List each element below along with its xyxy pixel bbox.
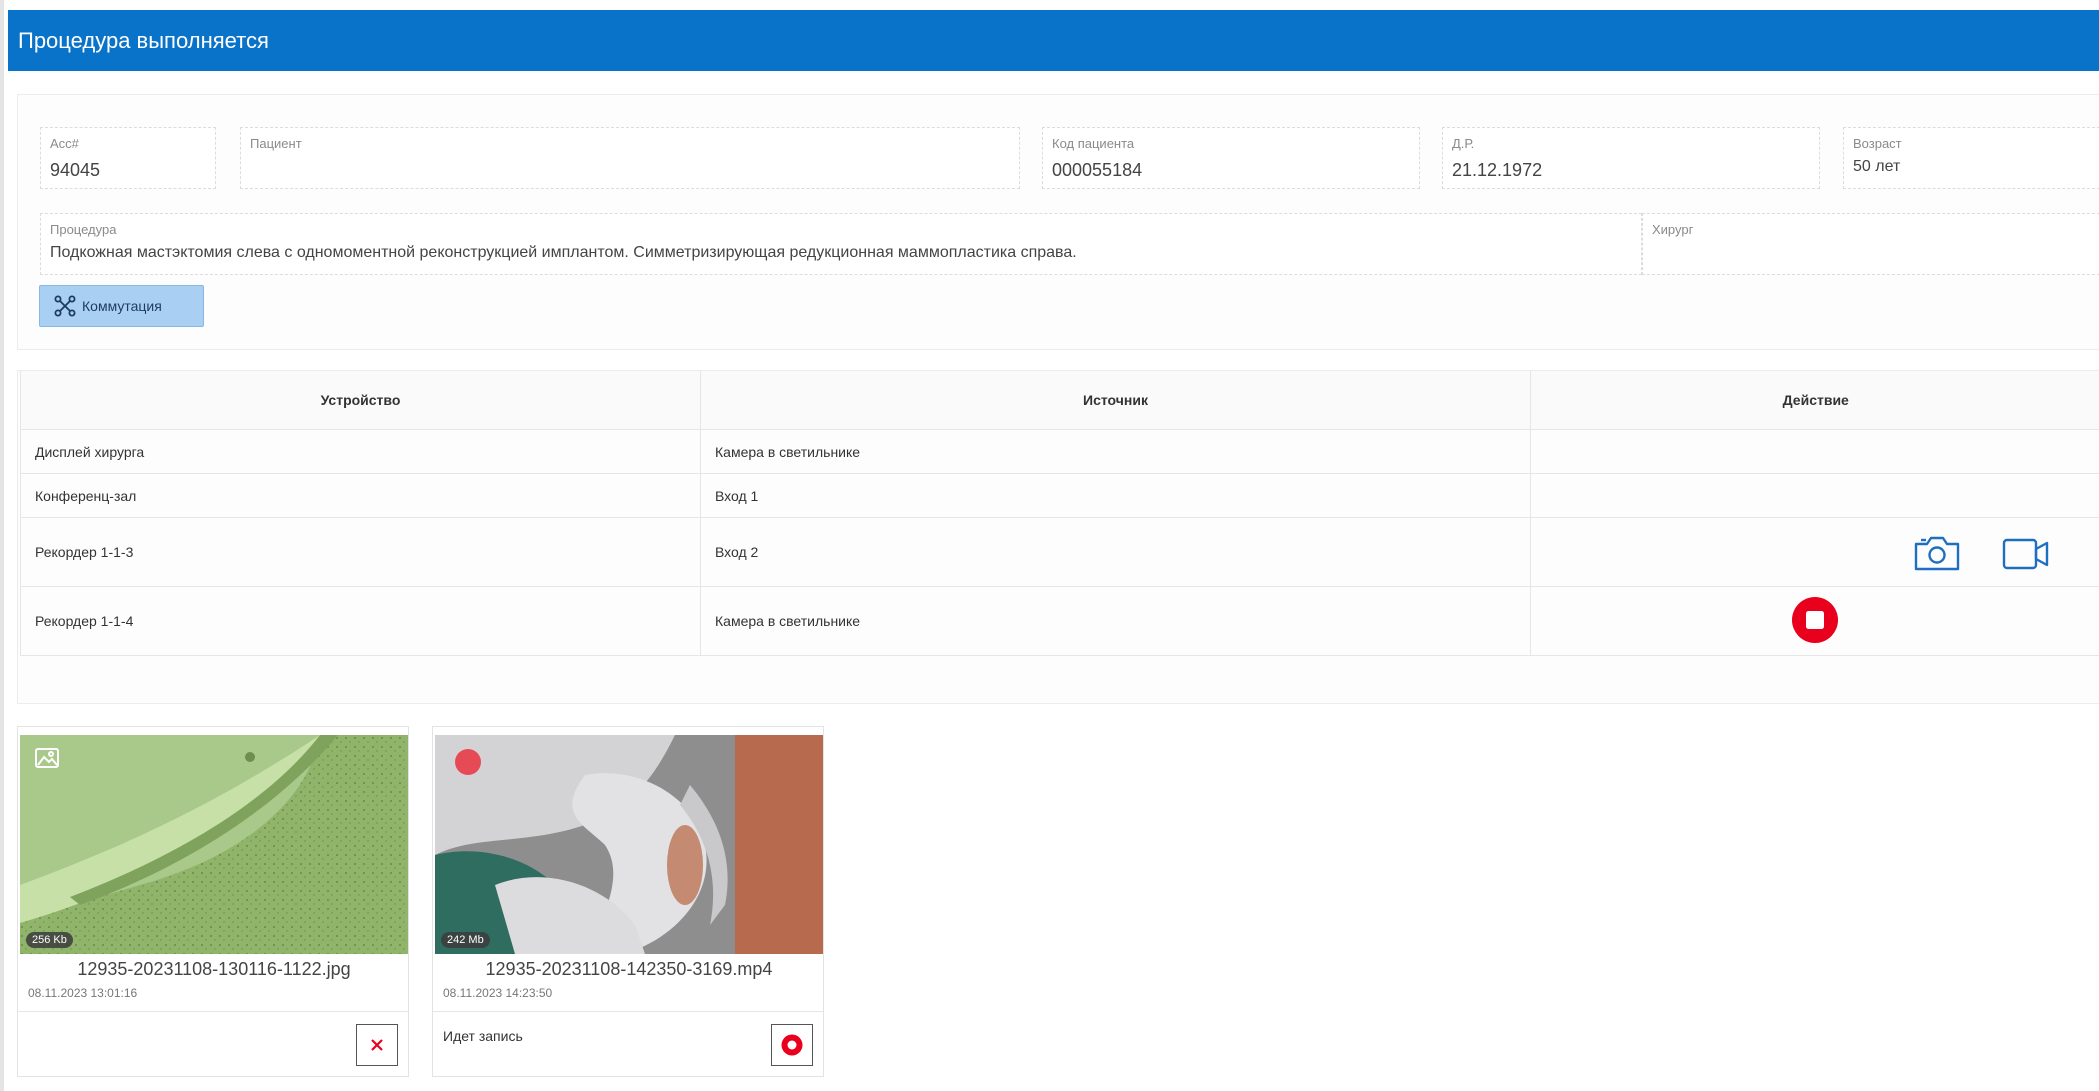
snapshot-button[interactable] <box>1913 534 1961 575</box>
acc-value: 94045 <box>50 160 101 180</box>
file-date: 08.11.2023 13:01:16 <box>28 986 138 1000</box>
stop-record-icon <box>1792 596 1839 643</box>
age-value: 50 лет <box>1853 158 1901 175</box>
record-video-button[interactable] <box>2001 534 2051 575</box>
table-row: Дисплей хирурга Камера в светильнике <box>20 429 2099 474</box>
card-footer: Идет запись <box>433 1011 823 1077</box>
patient-code-label: Код пациента <box>1052 136 1135 151</box>
surgeon-label: Хирург <box>1652 222 1694 237</box>
action-cell <box>1530 586 2099 656</box>
table-row: Рекордер 1-1-4 Камера в светильнике <box>20 586 2099 656</box>
source-cell: Вход 1 <box>700 473 1531 518</box>
dob-label: Д.Р. <box>1452 136 1475 151</box>
procedure-value: Подкожная мастэктомия слева с одномомент… <box>50 244 1077 261</box>
action-cell <box>1530 517 2099 587</box>
image-thumbnail[interactable]: 256 Kb <box>20 735 408 954</box>
stop-record-icon <box>781 1034 803 1056</box>
dob-field: Д.Р. 21.12.1972 <box>1442 127 1820 189</box>
page-title: Процедура выполняется <box>18 27 269 53</box>
file-name[interactable]: 12935-20231108-142350-3169.mp4 <box>433 959 825 980</box>
file-card: 256 Kb 12935-20231108-130116-1122.jpg 08… <box>17 726 409 1077</box>
dob-value: 21.12.1972 <box>1452 160 1543 180</box>
device-cell: Конференц-зал <box>20 473 701 518</box>
card-footer <box>18 1011 408 1077</box>
commutation-button[interactable]: Коммутация <box>39 285 204 327</box>
source-cell: Камера в светильнике <box>700 586 1531 656</box>
left-edge <box>0 0 4 1091</box>
source-cell: Вход 2 <box>700 517 1531 587</box>
acc-label: Acc# <box>50 136 79 151</box>
stop-recording-button[interactable] <box>1791 596 1839 647</box>
devices-panel: Устройство Источник Действие Дисплей хир… <box>17 370 2099 704</box>
video-camera-icon <box>2002 538 2049 570</box>
file-card: 242 Mb 12935-20231108-142350-3169.mp4 08… <box>432 726 824 1077</box>
surgeon-field: Хирург <box>1642 213 2099 275</box>
age-field: Возраст 50 лет <box>1843 127 2099 189</box>
source-cell: Камера в светильнике <box>700 429 1531 474</box>
patient-code-value: 000055184 <box>1052 160 1143 180</box>
patient-field: Пациент <box>240 127 1020 189</box>
device-cell: Рекордер 1-1-4 <box>20 586 701 656</box>
procedure-label: Процедура <box>50 222 117 237</box>
procedure-field: Процедура Подкожная мастэктомия слева с … <box>40 213 1642 275</box>
file-name[interactable]: 12935-20231108-130116-1122.jpg <box>18 959 410 980</box>
image-preview <box>20 735 408 954</box>
device-cell: Дисплей хирурга <box>20 429 701 474</box>
patient-label: Пациент <box>250 136 302 151</box>
close-icon <box>371 1039 383 1051</box>
camera-icon <box>1914 536 1960 571</box>
stop-recording-card-button[interactable] <box>771 1024 813 1066</box>
commutation-label: Коммутация <box>82 298 162 314</box>
patient-info-panel: Acc# 94045 Пациент Код пациента 00005518… <box>17 94 2099 350</box>
action-cell <box>1530 473 2099 518</box>
table-row: Конференц-зал Вход 1 <box>20 473 2099 518</box>
delete-file-button[interactable] <box>356 1024 398 1066</box>
network-icon <box>54 295 76 317</box>
patient-code-field: Код пациента 000055184 <box>1042 127 1420 189</box>
devices-table: Устройство Источник Действие Дисплей хир… <box>20 371 2099 656</box>
table-row: Рекордер 1-1-3 Вход 2 <box>20 517 2099 587</box>
age-label: Возраст <box>1853 136 1902 151</box>
file-size-badge: 256 Kb <box>26 932 73 948</box>
action-cell <box>1530 429 2099 474</box>
image-type-icon <box>34 747 60 774</box>
column-header-action: Действие <box>1530 371 2099 430</box>
device-cell: Рекордер 1-1-3 <box>20 517 701 587</box>
video-preview <box>435 735 823 954</box>
recording-indicator-icon <box>453 747 483 782</box>
column-header-device: Устройство <box>20 371 701 430</box>
recording-status: Идет запись <box>443 1028 523 1044</box>
video-thumbnail[interactable]: 242 Mb <box>435 735 823 954</box>
column-header-source: Источник <box>700 371 1531 430</box>
file-size-badge: 242 Mb <box>441 932 490 948</box>
title-bar: Процедура выполняется <box>8 10 2099 71</box>
acc-field: Acc# 94045 <box>40 127 216 189</box>
file-date: 08.11.2023 14:23:50 <box>443 986 553 1000</box>
